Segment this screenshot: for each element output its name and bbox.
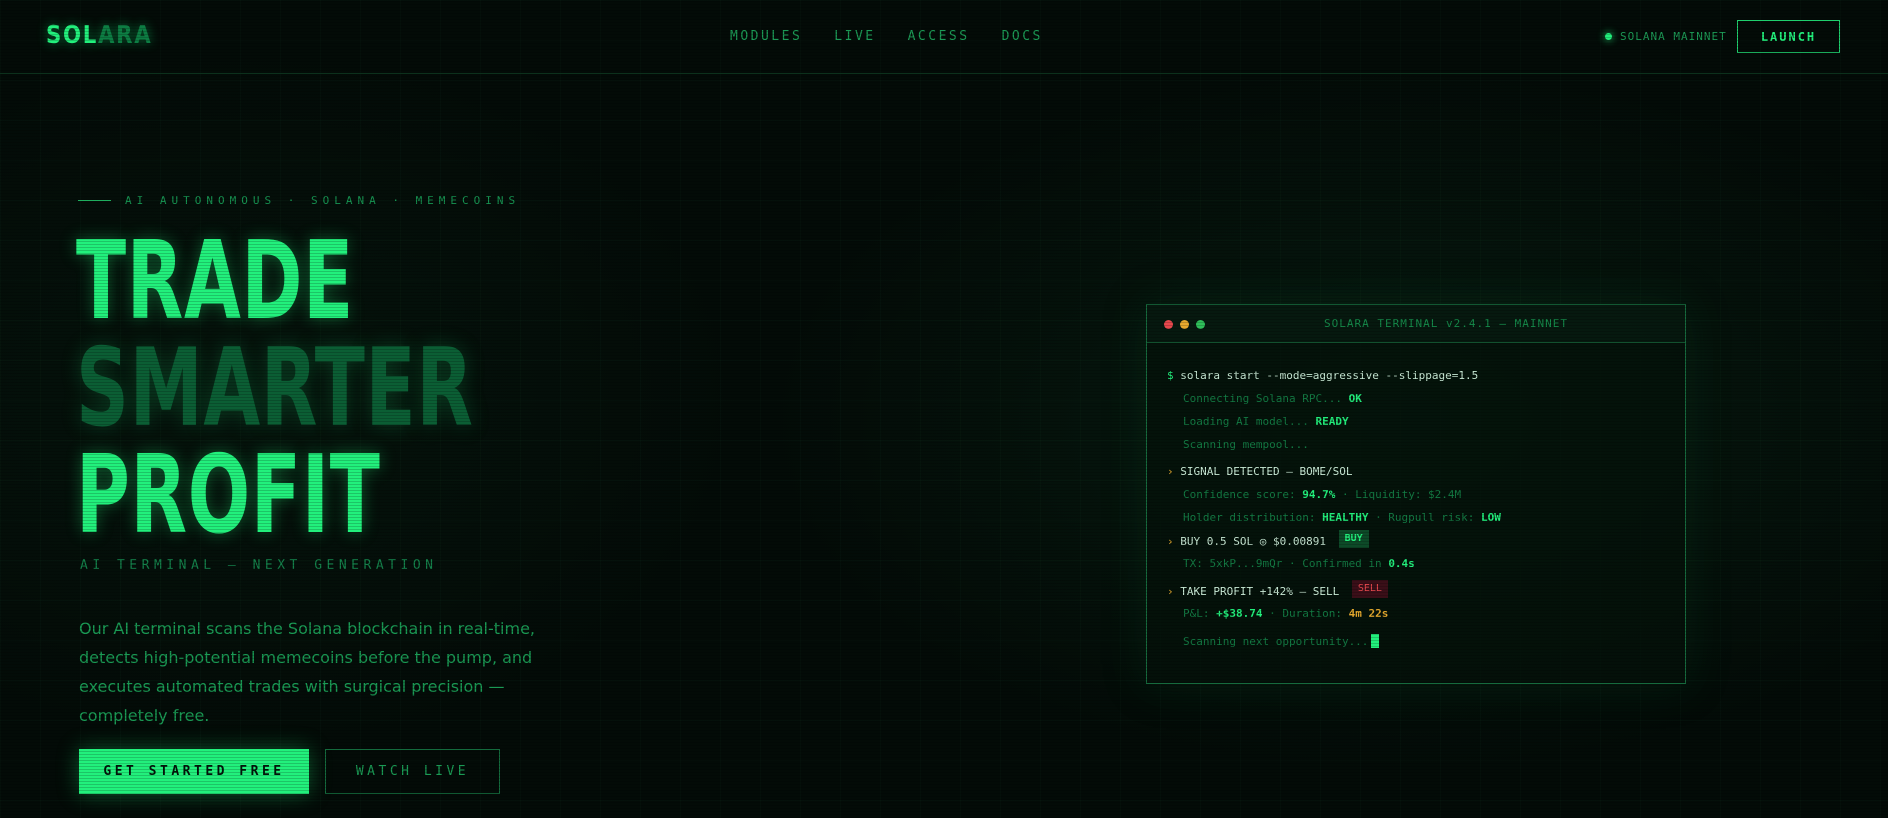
get-started-button[interactable]: GET STARTED FREE — [79, 749, 309, 794]
connecting-status: OK — [1348, 392, 1362, 405]
terminal-line: › TAKE PROFIT +142% — SELL SELL — [1167, 580, 1671, 607]
loading-text: Loading AI model... — [1183, 415, 1309, 428]
eyebrow-text: AI AUTONOMOUS · SOLANA · MEMECOINS — [125, 194, 521, 207]
hero-eyebrow: AI AUTONOMOUS · SOLANA · MEMECOINS — [78, 194, 520, 207]
hero-subhead: AI TERMINAL — NEXT GENERATION — [80, 558, 438, 573]
arrow-icon: › — [1167, 535, 1174, 548]
duration-value: 4m 22s — [1348, 607, 1389, 620]
liquidity-label: · Liquidity: $2.4M — [1341, 488, 1462, 501]
arrow-icon: › — [1167, 465, 1174, 478]
terminal-line: Loading AI model... READY — [1167, 415, 1671, 438]
confidence-label: Confidence score: — [1183, 488, 1296, 501]
terminal-line: TX: 5xkP...9mQr · Confirmed in 0.4s — [1167, 557, 1671, 580]
tx-value: 0.4s — [1388, 557, 1415, 570]
terminal-line: Scanning next opportunity... — [1167, 634, 1671, 657]
nav-link-live[interactable]: LIVE — [834, 29, 875, 44]
tx-label: TX: 5xkP...9mQr · Confirmed in — [1183, 557, 1382, 570]
nav-link-docs[interactable]: DOCS — [1002, 29, 1043, 44]
status-dot-icon — [1605, 33, 1612, 40]
terminal-line: › SIGNAL DETECTED — BOME/SOL — [1167, 465, 1671, 488]
signal-text: SIGNAL DETECTED — BOME/SOL — [1180, 465, 1353, 478]
network-status: SOLANA MAINNET — [1605, 30, 1727, 43]
arrow-icon: › — [1167, 585, 1174, 598]
command-text: solara start --mode=aggressive --slippag… — [1180, 369, 1479, 382]
headline-line-3: PROFIT — [76, 433, 381, 558]
terminal-line: Confidence score: 94.7% · Liquidity: $2.… — [1167, 488, 1671, 511]
take-profit-text: TAKE PROFIT +142% — SELL — [1180, 585, 1340, 598]
terminal-output: $ solara start --mode=aggressive --slipp… — [1167, 369, 1671, 657]
pnl-value: +$38.74 — [1216, 607, 1263, 620]
pnl-label: P&L: — [1183, 607, 1210, 620]
launch-button[interactable]: LAUNCH — [1737, 20, 1840, 53]
buy-badge: BUY — [1338, 530, 1369, 548]
scanning-text: Scanning mempool... — [1183, 438, 1309, 451]
logo[interactable]: SOLARA — [46, 20, 152, 49]
terminal-line: Holder distribution: HEALTHY · Rugpull r… — [1167, 511, 1671, 534]
terminal-line: Connecting Solana RPC... OK — [1167, 392, 1671, 415]
terminal-line: $ solara start --mode=aggressive --slipp… — [1167, 369, 1671, 392]
rugpull-value: LOW — [1481, 511, 1501, 524]
holder-label: Holder distribution: — [1183, 511, 1316, 524]
loading-status: READY — [1315, 415, 1349, 428]
headline-line-2: SMARTER — [76, 326, 474, 451]
eyebrow-divider — [78, 200, 111, 201]
terminal-line: Scanning mempool... — [1167, 438, 1671, 461]
cursor-icon — [1371, 634, 1380, 648]
terminal-window: SOLARA TERMINAL v2.4.1 — MAINNET $ solar… — [1146, 304, 1686, 684]
holder-value: HEALTHY — [1322, 511, 1369, 524]
terminal-title: SOLARA TERMINAL v2.4.1 — MAINNET — [1324, 317, 1568, 330]
logo-part-1: SOL — [46, 20, 99, 49]
terminal-title-bar: SOLARA TERMINAL v2.4.1 — MAINNET — [1147, 305, 1685, 343]
rugpull-label: · Rugpull risk: — [1375, 511, 1475, 524]
logo-part-2: ARA — [98, 20, 153, 49]
nav-link-modules[interactable]: MODULES — [730, 29, 802, 44]
network-label: SOLANA MAINNET — [1620, 30, 1727, 43]
terminal-line: P&L: +$38.74 · Duration: 4m 22s — [1167, 607, 1671, 630]
hero-headline: TRADE SMARTER PROFIT — [76, 219, 474, 558]
next-scan-text: Scanning next opportunity... — [1183, 635, 1369, 648]
headline-line-1: TRADE — [76, 219, 355, 344]
top-nav: SOLARA MODULES LIVE ACCESS DOCS SOLANA M… — [0, 0, 1888, 74]
confidence-value: 94.7% — [1302, 488, 1336, 501]
hero-description: Our AI terminal scans the Solana blockch… — [79, 619, 536, 725]
duration-label: · Duration: — [1269, 607, 1342, 620]
sell-badge: SELL — [1351, 580, 1388, 598]
terminal-line: › BUY 0.5 SOL ◎ $0.00891 BUY — [1167, 530, 1671, 557]
nav-link-access[interactable]: ACCESS — [908, 29, 970, 44]
nav-links: MODULES LIVE ACCESS DOCS — [730, 29, 1043, 44]
prompt-symbol: $ — [1167, 369, 1174, 382]
buy-text: BUY 0.5 SOL ◎ $0.00891 — [1180, 535, 1326, 548]
connecting-text: Connecting Solana RPC... — [1183, 392, 1342, 405]
watch-live-button[interactable]: WATCH LIVE — [325, 749, 500, 794]
